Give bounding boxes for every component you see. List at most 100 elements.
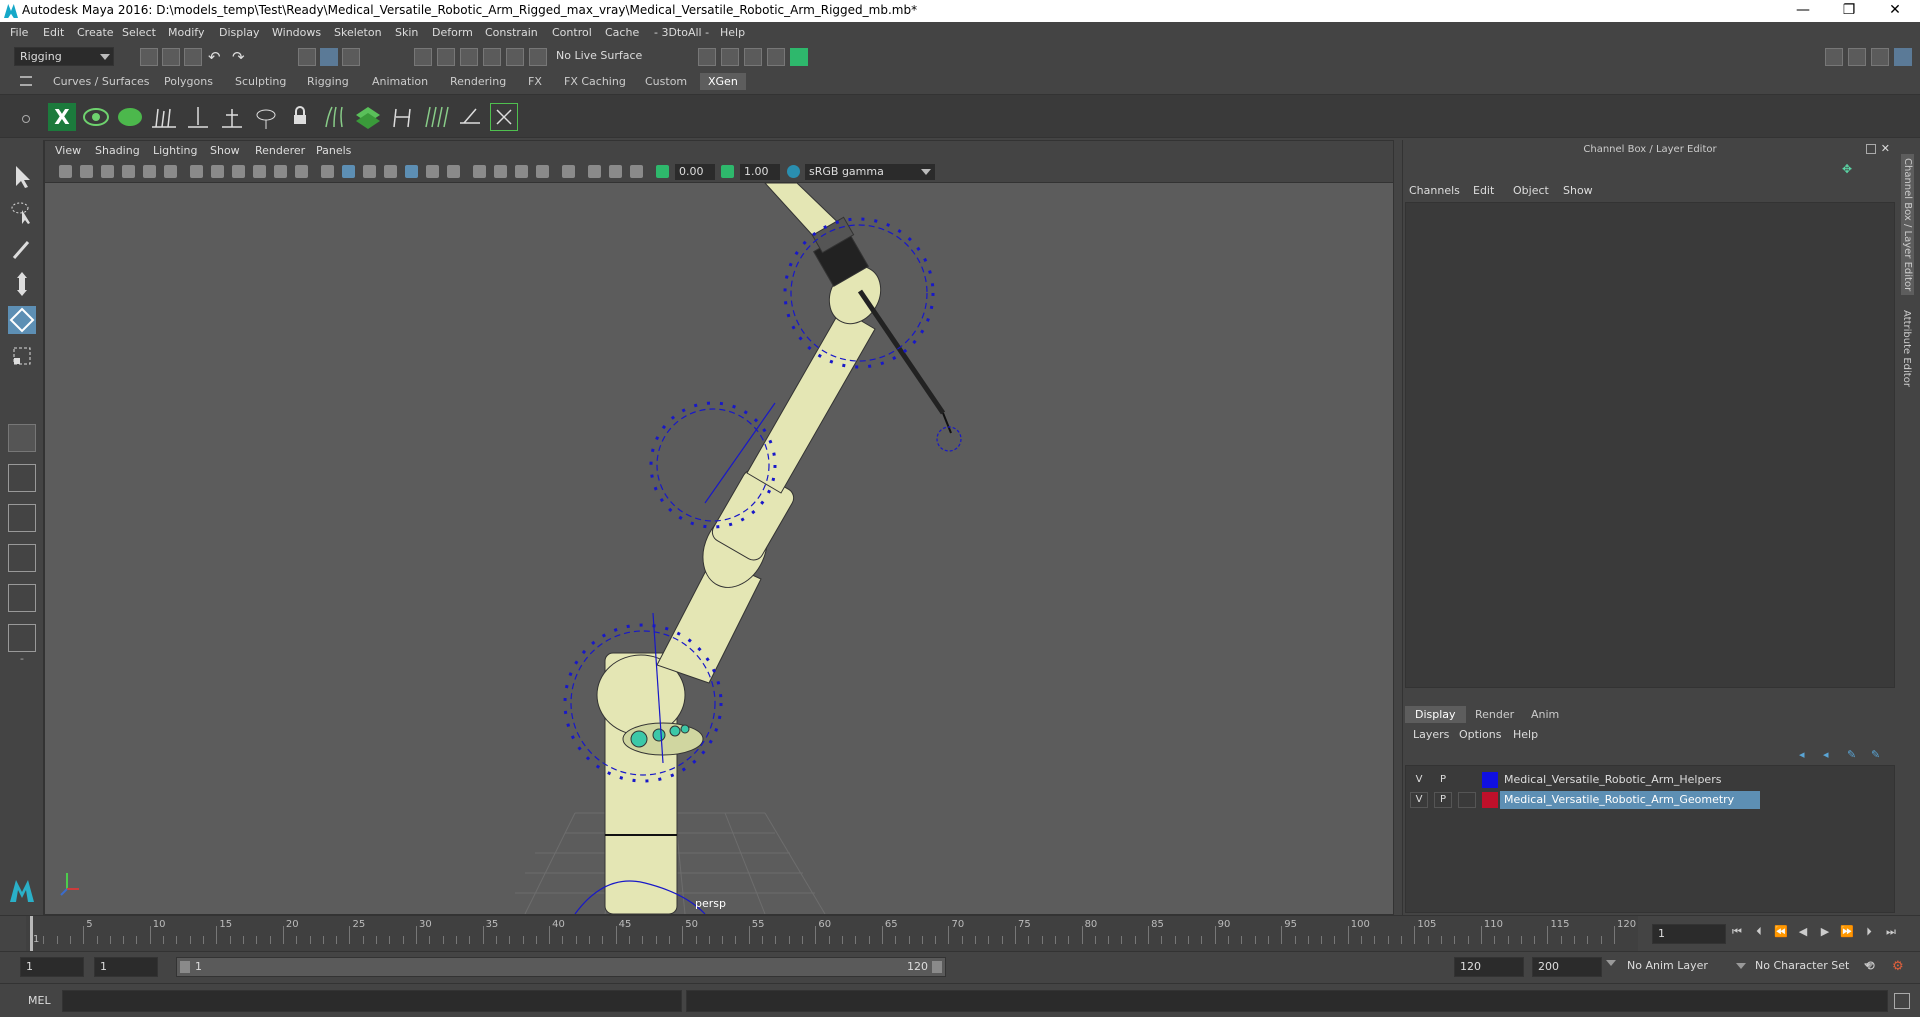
step-forward-frame-icon[interactable]: ⏵ xyxy=(1862,925,1876,939)
step-back-frame-icon[interactable]: ⏴ xyxy=(1752,925,1766,939)
smooth-shade-icon[interactable] xyxy=(342,165,355,178)
snap-point-icon[interactable] xyxy=(460,48,478,66)
play-forwards-icon[interactable]: ▶ xyxy=(1818,925,1832,939)
magnet-icon[interactable] xyxy=(529,48,547,66)
single-perspective-layout-icon[interactable] xyxy=(8,424,36,452)
xgen-lock-guide-icon[interactable] xyxy=(286,103,314,131)
menu-edit[interactable]: Edit xyxy=(43,26,64,39)
tool-settings-toggle-icon[interactable] xyxy=(1871,48,1889,66)
menu-control[interactable]: Control xyxy=(552,26,592,39)
xray-joints-icon[interactable] xyxy=(609,165,622,178)
channel-box-tool-icon[interactable]: ✥ xyxy=(1842,162,1856,176)
shadows-icon[interactable] xyxy=(447,165,460,178)
xgen-layers-icon[interactable] xyxy=(354,103,382,131)
xgen-guide-curves-icon[interactable] xyxy=(320,103,348,131)
time-slider[interactable]: 1 5 10 15 20 25 30 35 40 45 50 55 60 65 70 75 80 85 90 95 10… xyxy=(0,915,1920,952)
close-panel-icon[interactable]: ✕ xyxy=(1881,142,1890,155)
shelf-options-icon[interactable] xyxy=(22,115,30,123)
xgen-guide-visibility-icon[interactable] xyxy=(252,103,280,131)
menu-create[interactable]: Create xyxy=(77,26,114,39)
render-frame-icon[interactable] xyxy=(721,48,739,66)
command-language-label[interactable]: MEL xyxy=(28,994,51,1007)
menu-select[interactable]: Select xyxy=(122,26,156,39)
panel-menu-renderer[interactable]: Renderer xyxy=(255,144,305,157)
new-layer-selected-icon[interactable]: ✎ xyxy=(1871,748,1885,762)
menu-deform[interactable]: Deform xyxy=(432,26,473,39)
snap-curve-icon[interactable] xyxy=(437,48,455,66)
xgen-add-guide-icon[interactable] xyxy=(184,103,212,131)
layer-help-menu[interactable]: Help xyxy=(1513,728,1538,741)
new-scene-icon[interactable] xyxy=(140,48,158,66)
channel-show-menu[interactable]: Show xyxy=(1563,184,1593,197)
xgen-groom-icon[interactable] xyxy=(422,103,450,131)
menu-constrain[interactable]: Constrain xyxy=(485,26,538,39)
go-to-start-icon[interactable]: ⏮ xyxy=(1730,925,1744,939)
default-material-icon[interactable] xyxy=(363,165,376,178)
layer-options-menu[interactable]: Options xyxy=(1459,728,1501,741)
playback-start-field[interactable]: 1 xyxy=(94,957,158,977)
menu-modify[interactable]: Modify xyxy=(168,26,204,39)
new-empty-layer-icon[interactable]: ✎ xyxy=(1847,748,1861,762)
animation-start-field[interactable]: 1 xyxy=(20,957,84,977)
chevron-down-icon[interactable] xyxy=(1606,960,1616,966)
attribute-editor-toggle-icon[interactable] xyxy=(1848,48,1866,66)
range-start-handle[interactable] xyxy=(180,961,190,973)
panel-menu-view[interactable]: View xyxy=(55,144,81,157)
channel-object-menu[interactable]: Object xyxy=(1513,184,1549,197)
isolate-select-icon[interactable] xyxy=(562,165,575,178)
shelf-menu-icon[interactable] xyxy=(20,76,32,86)
open-scene-icon[interactable] xyxy=(162,48,180,66)
auto-key-icon[interactable]: ⟲ xyxy=(1864,959,1880,975)
tab-xgen[interactable]: XGen xyxy=(700,73,746,90)
command-input[interactable] xyxy=(62,990,682,1012)
grid-toggle-icon[interactable] xyxy=(190,165,203,178)
side-tab-channel-box[interactable]: Channel Box / Layer Editor xyxy=(1901,154,1914,296)
float-panel-icon[interactable] xyxy=(1866,144,1876,154)
xray-components-icon[interactable] xyxy=(630,165,643,178)
uv-editor-layout-icon[interactable] xyxy=(8,624,36,652)
tab-rigging[interactable]: Rigging xyxy=(307,75,349,88)
go-to-end-icon[interactable]: ⏭ xyxy=(1884,925,1898,939)
layer-playback-toggle[interactable]: P xyxy=(1434,792,1452,808)
tab-curves-surfaces[interactable]: Curves / Surfaces xyxy=(53,75,150,88)
select-hierarchy-icon[interactable] xyxy=(298,48,316,66)
redo-icon[interactable]: ↷ xyxy=(232,48,250,66)
modeling-toolkit-icon[interactable] xyxy=(1825,48,1843,66)
tab-fx-caching[interactable]: FX Caching xyxy=(564,75,626,88)
resolution-gate-icon[interactable] xyxy=(232,165,245,178)
tab-fx[interactable]: FX xyxy=(528,75,542,88)
render-settings-icon[interactable] xyxy=(767,48,785,66)
layer-color-swatch[interactable] xyxy=(1482,772,1498,788)
menu-help[interactable]: Help xyxy=(720,26,745,39)
menu-skin[interactable]: Skin xyxy=(395,26,418,39)
menu-cache[interactable]: Cache xyxy=(605,26,639,39)
menu-display[interactable]: Display xyxy=(219,26,260,39)
restore-button[interactable]: ❐ xyxy=(1826,0,1872,22)
scale-tool-icon[interactable] xyxy=(8,342,36,370)
select-object-icon[interactable] xyxy=(320,48,338,66)
select-tool-icon[interactable] xyxy=(8,162,36,190)
live-surface-field[interactable]: No Live Surface xyxy=(551,47,661,66)
camera-attributes-icon[interactable] xyxy=(80,165,93,178)
exposure-field[interactable]: 0.00 xyxy=(675,164,715,180)
3d-viewport[interactable]: persp xyxy=(45,183,1393,914)
undo-icon[interactable]: ↶ xyxy=(208,48,226,66)
panel-menu-panels[interactable]: Panels xyxy=(316,144,351,157)
step-back-key-icon[interactable]: ⏪ xyxy=(1774,925,1788,939)
grease-pencil-icon[interactable] xyxy=(164,165,177,178)
panel-menu-lighting[interactable]: Lighting xyxy=(153,144,197,157)
maya-home-icon[interactable] xyxy=(8,876,36,904)
four-view-layout-icon[interactable] xyxy=(8,464,36,492)
mode-selector[interactable]: Rigging xyxy=(14,47,114,66)
field-chart-icon[interactable] xyxy=(274,165,287,178)
gamma-icon[interactable] xyxy=(721,165,734,178)
range-slider[interactable]: 1 120 xyxy=(176,957,946,977)
layer-playback-toggle[interactable]: P xyxy=(1434,772,1452,788)
xgen-place-guide-icon[interactable] xyxy=(218,103,246,131)
channels-menu[interactable]: Channels xyxy=(1409,184,1460,197)
ipr-render-icon[interactable] xyxy=(744,48,762,66)
step-forward-key-icon[interactable]: ⏩ xyxy=(1840,925,1854,939)
play-backwards-icon[interactable]: ◀ xyxy=(1796,925,1810,939)
save-scene-icon[interactable] xyxy=(184,48,202,66)
xgen-description-icon[interactable] xyxy=(116,103,144,131)
